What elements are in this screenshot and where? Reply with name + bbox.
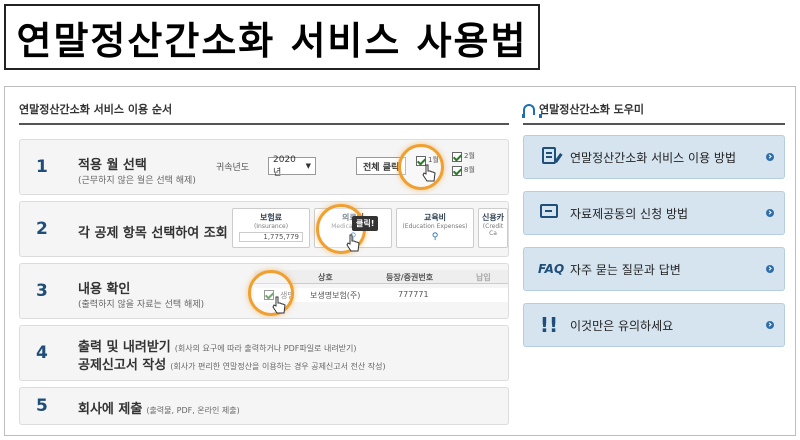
deduction-card-credit[interactable]: 신용카 (Credit Ca — [478, 208, 508, 248]
step-title-text: 출력 및 내려받기 — [78, 340, 171, 355]
card-title: 신용카 — [481, 213, 505, 222]
month-label: 2월 — [464, 152, 475, 160]
highlight-ring — [398, 144, 444, 190]
month-label: 8월 — [464, 166, 475, 174]
step-1: 1 적용 월 선택 (근무하지 않은 월은 선택 해제) 귀속년도 2020년 … — [19, 139, 509, 195]
step-number: 1 — [36, 157, 48, 177]
step-title: 적용 월 선택 — [78, 158, 147, 173]
step-title-text: 공제신고서 작성 — [78, 358, 167, 373]
page-title: 연말정산간소화 서비스 사용법 — [16, 18, 528, 63]
faq-icon: FAQ — [538, 262, 565, 276]
column-header: 등장/증권번호 — [386, 273, 434, 282]
headset-icon — [522, 103, 542, 118]
help-button-notice[interactable]: !! 이것만은 유의하세요 — [523, 303, 785, 347]
card-value: 1,775,779 — [239, 232, 303, 242]
step-subtitle: (근무하지 않은 월은 선택 해제) — [78, 176, 196, 186]
step-5: 5 회사에 제출 (출력물, PDF, 온라인 제출) — [19, 387, 509, 425]
step-title: 회사에 제출 (출력물, PDF, 온라인 제출) — [78, 398, 240, 417]
step-number: 4 — [36, 343, 48, 363]
arrow-right-icon — [766, 265, 774, 273]
exclamation-icon: !! — [539, 313, 559, 337]
step-subtitle: (출력하지 않을 자료는 선택 해제) — [78, 300, 205, 310]
row-company: 보생명보험(주) — [310, 291, 361, 300]
column-header: 납입 — [476, 273, 491, 282]
step-2: 2 각 공제 항목 선택하여 조회 보험료 (Insurance) 1,775,… — [19, 201, 509, 257]
step-number: 2 — [36, 219, 48, 239]
help-button-faq[interactable]: FAQ 자주 묻는 질문과 답변 — [523, 247, 785, 291]
row-number: 777771 — [398, 290, 429, 299]
highlight-ring — [248, 270, 294, 316]
click-tag: 클릭! — [352, 216, 379, 231]
step-3: 3 내용 확인 (출력하지 않을 자료는 선택 해제) 상호 등장/증권번호 납… — [19, 263, 509, 319]
step-title-note: (회사가 편리한 연말정산을 이용하는 경우 공제신고서 전산 작성) — [170, 362, 386, 371]
hand-cursor-icon — [422, 164, 436, 182]
hand-cursor-icon — [272, 296, 286, 314]
step-title: 출력 및 내려받기 (회사의 요구에 따라 출력하거나 PDF파일로 내려받기) — [78, 336, 357, 355]
card-title: 보험료 — [259, 213, 283, 222]
helper-heading: 연말정산간소화 도우미 — [522, 101, 785, 125]
step-title: 각 공제 항목 선택하여 조회 — [78, 226, 228, 241]
help-button-label: 연말정산간소화 서비스 이용 방법 — [570, 150, 737, 165]
service-guide-panel: 연말정산간소화 서비스 이용 순서 연말정산간소화 도우미 1 적용 월 선택 … — [4, 86, 796, 436]
file-icon — [538, 204, 560, 222]
help-button-label: 자주 묻는 질문과 답변 — [570, 262, 681, 277]
arrow-right-icon — [766, 153, 774, 161]
arrow-right-icon — [766, 321, 774, 329]
help-button-label: 자료제공동의 신청 방법 — [570, 206, 689, 221]
year-select[interactable]: 2020년 ▼ — [268, 154, 316, 178]
year-label: 귀속년도 — [216, 163, 250, 173]
step-title-text: 회사에 제출 — [78, 402, 143, 417]
step-title-2: 공제신고서 작성 (회사가 편리한 연말정산을 이용하는 경우 공제신고서 전산 … — [78, 354, 386, 373]
deduction-card-education[interactable]: 교육비 (Education Expenses) ⚲ — [396, 208, 474, 248]
step-number: 3 — [36, 281, 48, 301]
deduction-card-insurance[interactable]: 보험료 (Insurance) 1,775,779 — [232, 208, 310, 248]
step-4: 4 출력 및 내려받기 (회사의 요구에 따라 출력하거나 PDF파일로 내려받기… — [19, 325, 509, 381]
card-subtitle: (Credit Ca — [482, 223, 504, 237]
table-header: 상호 등장/증권번호 납입 — [254, 270, 508, 284]
month-checkbox[interactable] — [452, 152, 462, 162]
steps-heading: 연말정산간소화 서비스 이용 순서 — [19, 101, 509, 125]
helper-heading-label: 연말정산간소화 도우미 — [539, 103, 645, 116]
help-button-usage[interactable]: 연말정산간소화 서비스 이용 방법 — [523, 135, 785, 179]
arrow-right-icon — [766, 209, 774, 217]
step-title-note: (회사의 요구에 따라 출력하거나 PDF파일로 내려받기) — [174, 344, 357, 353]
document-pen-icon — [538, 146, 560, 168]
hand-cursor-icon — [346, 234, 360, 252]
step-title-note: (출력물, PDF, 온라인 제출) — [146, 406, 240, 415]
step-title: 내용 확인 — [78, 282, 131, 297]
card-subtitle: (Education Expenses) — [402, 223, 468, 230]
card-title: 교육비 — [423, 213, 447, 222]
step-number: 5 — [36, 396, 48, 416]
help-button-label: 이것만은 유의하세요 — [570, 318, 674, 333]
card-subtitle: (Insurance) — [253, 223, 289, 230]
year-value: 2020년 — [273, 154, 296, 178]
chevron-down-icon: ▼ — [305, 162, 311, 170]
page-title-box: 연말정산간소화 서비스 사용법 — [4, 4, 540, 70]
help-button-consent[interactable]: 자료제공동의 신청 방법 — [523, 191, 785, 235]
month-checkbox[interactable] — [452, 166, 462, 176]
column-header: 상호 — [318, 273, 333, 282]
search-icon: ⚲ — [431, 232, 439, 242]
